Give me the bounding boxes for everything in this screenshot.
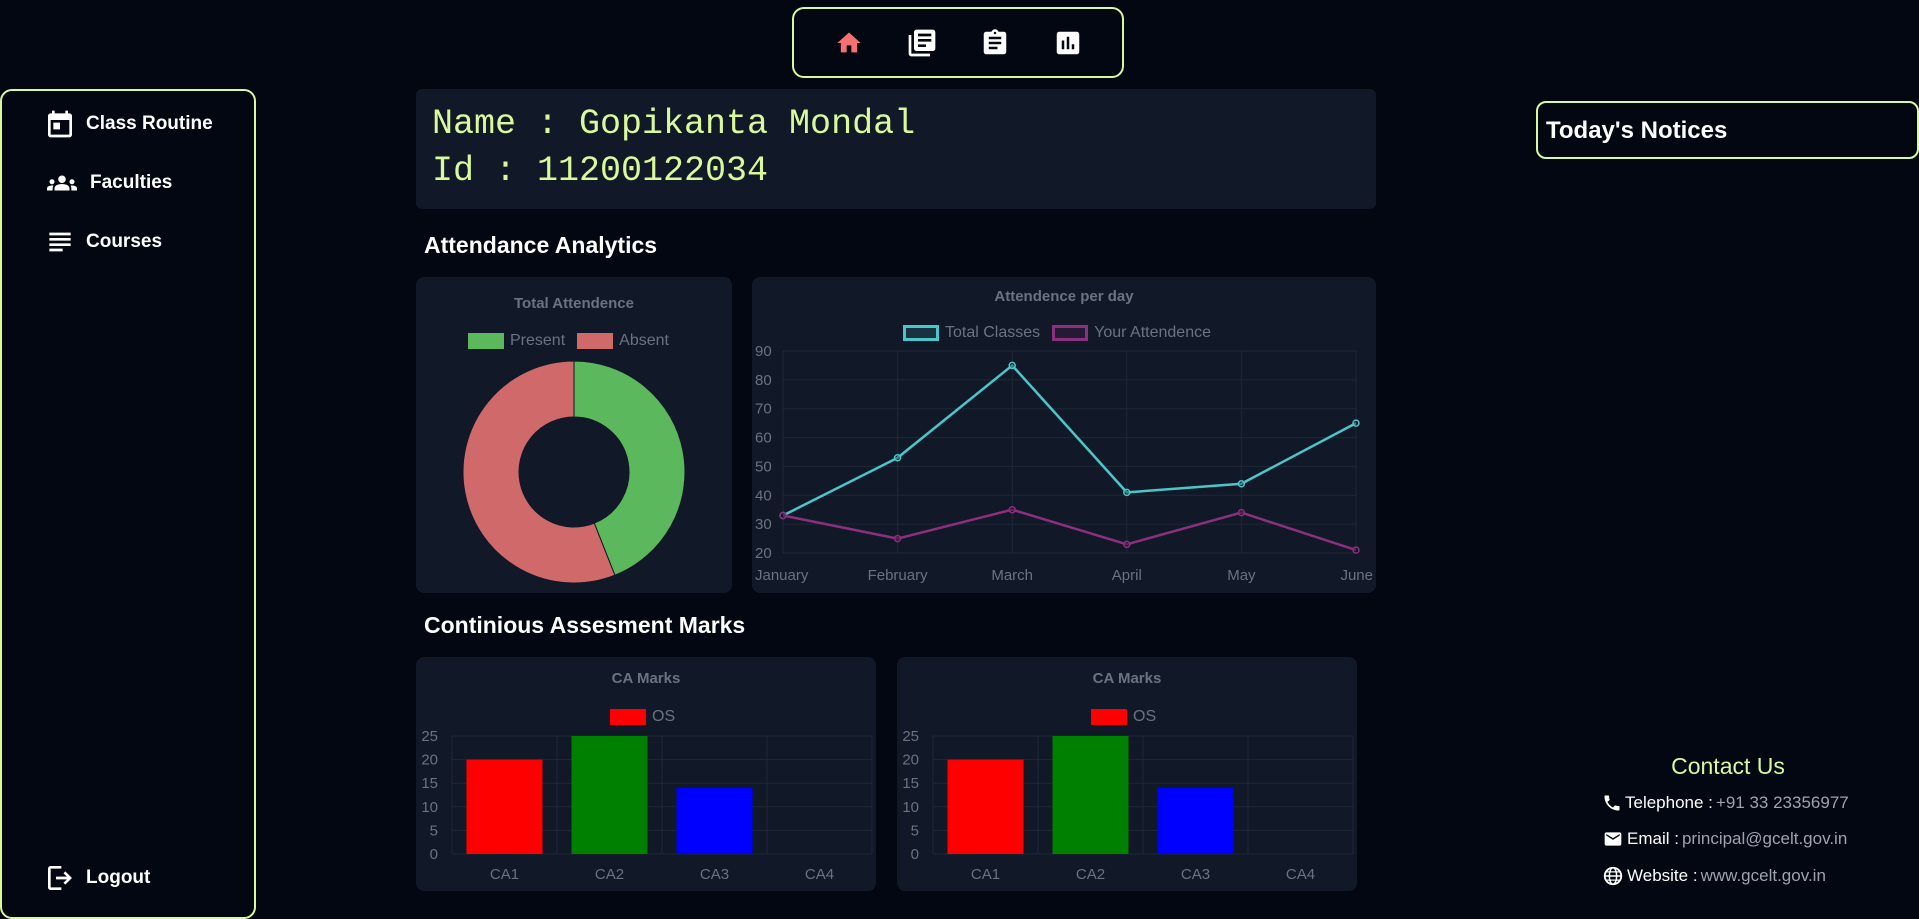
y-tick-label: 60 <box>755 430 772 447</box>
bar-ca1 <box>947 759 1024 854</box>
bar-chart: 0 5 10 15 20 25 CA1 CA2 CA3 CA4 <box>421 728 873 883</box>
ca-marks-card-1: CA Marks OS 0 5 10 15 20 25 CA1 CA2 CA3 CA4 <box>416 657 876 891</box>
data-point <box>779 511 787 520</box>
bar-ca2 <box>1052 736 1129 854</box>
bar-ca2 <box>571 736 648 854</box>
x-tick-label: May <box>1227 567 1256 584</box>
x-tick-label: January <box>755 567 809 584</box>
student-name: Name : Gopikanta Mondal <box>432 104 916 144</box>
x-tick-label: CA4 <box>805 866 834 883</box>
data-point <box>893 534 902 543</box>
student-id: Id : 11200122034 <box>432 151 769 191</box>
logout-button[interactable]: Logout <box>44 862 150 894</box>
y-tick-label: 25 <box>902 728 919 745</box>
data-point <box>1008 505 1016 514</box>
bar-ca1 <box>466 759 543 854</box>
data-point <box>893 454 902 462</box>
data-point <box>1123 540 1131 549</box>
total-attendance-card: Total Attendence Present Absent <box>416 277 732 593</box>
y-tick-label: 20 <box>755 545 772 562</box>
notices-title: Today's Notices <box>1546 117 1728 144</box>
telephone-value[interactable]: +91 33 23356977 <box>1716 793 1849 813</box>
series-line-your-attendance <box>782 508 1357 552</box>
bar-ca3 <box>1157 787 1234 854</box>
y-tick-label: 0 <box>430 846 438 863</box>
attendance-section-title: Attendance Analytics <box>424 232 658 258</box>
y-tick-label: 10 <box>421 799 438 816</box>
notices-panel: Today's Notices <box>1536 101 1919 159</box>
y-tick-label: 5 <box>430 822 438 839</box>
data-point <box>1237 508 1246 517</box>
website-value[interactable]: www.gcelt.gov.in <box>1701 866 1826 886</box>
y-tick-label: 15 <box>421 775 438 792</box>
y-tick-label: 5 <box>911 822 919 839</box>
sidebar-item-courses[interactable]: Courses <box>44 226 162 258</box>
sidebar-item-class-routine[interactable]: Class Routine <box>44 108 213 140</box>
bar-ca3 <box>676 787 753 854</box>
logout-label: Logout <box>86 867 151 888</box>
calendar-icon <box>48 110 72 138</box>
y-tick-label: 15 <box>902 775 919 792</box>
logout-icon <box>48 866 72 890</box>
y-tick-label: 20 <box>902 752 919 769</box>
doughnut-chart <box>462 360 686 584</box>
contact-title: Contact Us <box>1671 753 1785 779</box>
phone-icon <box>1604 795 1620 811</box>
y-tick-label: 70 <box>755 401 772 418</box>
series-line-total-classes <box>782 363 1357 517</box>
people-icon <box>47 175 77 191</box>
y-tick-label: 20 <box>421 752 438 769</box>
email-label: Email : <box>1627 829 1679 848</box>
sidebar-item-label: Courses <box>86 231 163 252</box>
profile-card: Name : Gopikanta Mondal Id : 11200122034 <box>416 89 1376 209</box>
x-tick-label: June <box>1340 567 1373 584</box>
contact-telephone: Telephone : +91 33 23356977 <box>1602 793 1849 813</box>
website-label: Website : <box>1627 866 1698 885</box>
y-tick-label: 10 <box>902 799 919 816</box>
attendance-per-day-card: Attendence per day Total Classes Your At… <box>752 277 1376 593</box>
x-tick-label: CA2 <box>595 866 624 883</box>
data-point <box>1352 546 1360 554</box>
top-nav <box>792 7 1124 78</box>
x-tick-label: March <box>991 567 1033 584</box>
contact-website: Website : www.gcelt.gov.in <box>1602 865 1826 887</box>
x-tick-label: CA4 <box>1286 866 1315 883</box>
x-tick-label: CA3 <box>1181 866 1210 883</box>
data-point <box>1123 488 1131 497</box>
x-tick-label: February <box>868 567 929 584</box>
x-tick-label: CA1 <box>490 866 519 883</box>
sidebar: Class Routine Faculties Courses Logout <box>0 89 256 919</box>
x-tick-label: CA2 <box>1076 866 1105 883</box>
x-tick-label: CA3 <box>700 866 729 883</box>
x-tick-label: CA1 <box>971 866 1000 883</box>
y-tick-label: 90 <box>755 343 772 360</box>
globe-icon <box>1603 866 1623 886</box>
telephone-label: Telephone : <box>1625 793 1713 812</box>
y-tick-label: 50 <box>755 458 772 475</box>
y-tick-label: 0 <box>911 846 919 863</box>
y-tick-label: 80 <box>755 372 772 389</box>
sidebar-item-label: Faculties <box>90 172 173 193</box>
email-value[interactable]: principal@gcelt.gov.in <box>1682 829 1847 849</box>
x-tick-label: April <box>1112 567 1142 584</box>
home-icon[interactable] <box>829 23 869 63</box>
mail-icon <box>1604 832 1622 846</box>
clipboard-icon[interactable] <box>975 23 1015 63</box>
bar-chart-icon[interactable] <box>1048 23 1088 63</box>
sidebar-item-faculties[interactable]: Faculties <box>44 168 172 198</box>
data-point <box>1237 479 1246 488</box>
contact-email: Email : principal@gcelt.gov.in <box>1602 829 1847 849</box>
sidebar-item-label: Class Routine <box>86 113 213 134</box>
y-tick-label: 40 <box>755 487 772 504</box>
data-point <box>1352 419 1360 427</box>
line-chart: 20 30 40 50 60 70 80 90 January February March Apri… <box>755 343 1373 584</box>
bar-chart: 0 5 10 15 20 25 CA1 CA2 CA3 CA4 <box>902 728 1354 883</box>
y-tick-label: 30 <box>755 516 772 533</box>
data-point <box>1008 361 1016 370</box>
library-books-icon[interactable] <box>902 23 942 63</box>
y-tick-label: 25 <box>421 728 438 745</box>
ca-marks-card-2: CA Marks OS 0 5 10 15 20 25 CA1 CA2 CA3 CA4 <box>897 657 1357 891</box>
list-icon <box>49 232 71 252</box>
ca-section-title: Continious Assesment Marks <box>424 612 746 638</box>
